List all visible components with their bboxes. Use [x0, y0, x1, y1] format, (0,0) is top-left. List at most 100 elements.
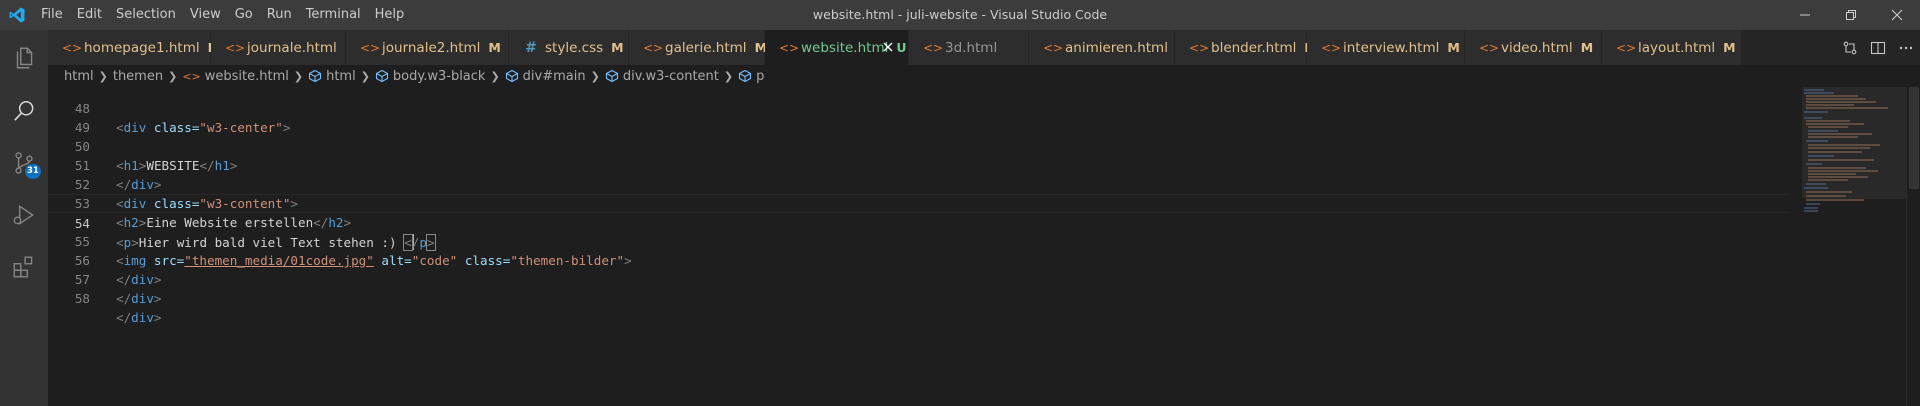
symbol-field-icon	[375, 69, 389, 83]
minimap[interactable]	[1802, 87, 1906, 406]
tab-label: blender.html	[1211, 39, 1297, 56]
code-line: 53 <h2>Eine Website erstellen</h2>	[48, 175, 1788, 230]
tab-label: galerie.html	[665, 39, 747, 56]
minimize-icon	[1800, 14, 1810, 16]
editor-actions	[1830, 30, 1920, 65]
code-line: 55 <img src="themen_media/01code.jpg" al…	[48, 213, 1788, 268]
tab-label: journale2.html	[382, 39, 481, 56]
scrollbar-thumb[interactable]	[1909, 87, 1919, 189]
chevron-right-icon: ❯	[168, 69, 178, 83]
html-file-icon: <>	[923, 40, 944, 55]
tab-status-badge: M	[1723, 40, 1736, 55]
breadcrumb-item[interactable]: html	[64, 69, 94, 84]
breadcrumb-symbol[interactable]: html	[308, 69, 356, 84]
chevron-right-icon: ❯	[490, 69, 500, 83]
activity-search[interactable]	[0, 85, 48, 137]
tab-journale[interactable]: <> journale.html M	[211, 30, 357, 65]
menu-file[interactable]: File	[34, 0, 70, 30]
tab-video[interactable]: <> video.html M	[1465, 30, 1602, 65]
breadcrumb-label: body.w3-black	[392, 68, 486, 84]
ellipsis-icon	[1899, 46, 1913, 49]
tab-layout[interactable]: <> layout.html M	[1602, 30, 1742, 65]
split-editor-icon	[1870, 41, 1886, 54]
chevron-right-icon: ❯	[98, 69, 108, 83]
tab-animieren[interactable]: <> animieren.html M	[1029, 30, 1188, 65]
chevron-right-icon: ❯	[723, 69, 734, 83]
menu-terminal[interactable]: Terminal	[299, 0, 368, 30]
breadcrumb-symbol[interactable]: div.w3-content	[605, 69, 719, 84]
open-changes-button[interactable]	[1836, 34, 1864, 62]
menu-bar: File Edit Selection View Go Run Terminal…	[34, 0, 411, 30]
code-line: 50 <h1>WEBSITE</h1>	[48, 118, 1788, 173]
activity-bar: 31	[0, 30, 48, 406]
code-line-current: 54 <p>Hier wird bald viel Text stehen :)…	[48, 194, 1788, 251]
breadcrumb-symbol[interactable]: body.w3-black	[375, 68, 486, 84]
tab-label: homepage1.html	[84, 39, 200, 56]
tab-label: journale.html	[247, 39, 337, 56]
activity-extensions[interactable]	[0, 241, 48, 293]
tab-label: 3d.html	[945, 39, 998, 56]
tab-status-badge: U	[896, 40, 907, 55]
html-file-icon: <>	[1616, 40, 1637, 55]
close-tab-button[interactable]	[880, 39, 896, 55]
close-window-button[interactable]	[1874, 0, 1920, 30]
activity-run-debug[interactable]	[0, 189, 48, 241]
code-line: 48 <div class="w3-center">	[48, 87, 1788, 135]
menu-selection[interactable]: Selection	[109, 0, 183, 30]
vertical-scrollbar[interactable]	[1906, 87, 1920, 406]
tab-journale2[interactable]: <> journale2.html M	[346, 30, 509, 65]
breadcrumb-label: div.w3-content	[622, 68, 719, 84]
menu-go[interactable]: Go	[228, 0, 260, 30]
split-editor-button[interactable]	[1864, 34, 1892, 62]
html-file-icon: <>	[360, 40, 381, 55]
tab-label: style.css	[545, 39, 604, 56]
code-line: 57 </div>	[48, 251, 1788, 306]
tab-label: video.html	[1501, 39, 1573, 56]
menu-help[interactable]: Help	[368, 0, 412, 30]
breadcrumb: html ❯ themen ❯ <> website.html ❯ html ❯…	[48, 65, 1920, 87]
tab-3d[interactable]: <> 3d.html	[909, 30, 1029, 65]
tab-style-css[interactable]: # style.css M	[509, 30, 629, 65]
symbol-field-icon	[738, 69, 752, 83]
restore-button[interactable]	[1828, 0, 1874, 30]
breadcrumb-symbol[interactable]: p	[738, 69, 764, 84]
symbol-field-icon	[308, 69, 322, 83]
more-actions-button[interactable]	[1892, 34, 1920, 62]
activity-source-control[interactable]: 31	[0, 137, 48, 189]
minimize-button[interactable]	[1782, 0, 1828, 30]
chevron-right-icon: ❯	[360, 69, 370, 83]
breadcrumb-label: website.html	[204, 68, 289, 84]
tab-status-badge: M	[1580, 40, 1594, 55]
code-line: 52 <div class="w3-content">	[48, 156, 1788, 211]
activity-explorer[interactable]	[0, 30, 48, 85]
close-icon	[1891, 9, 1903, 21]
line-number: 58	[74, 291, 90, 306]
tab-blender[interactable]: <> blender.html M	[1175, 30, 1317, 65]
html-file-icon: <>	[779, 40, 800, 55]
tab-interview[interactable]: <> interview.html M	[1307, 30, 1465, 65]
code-line: 51 </div>	[48, 137, 1788, 192]
code-line: 56 </div>	[48, 232, 1788, 287]
menu-view[interactable]: View	[183, 0, 228, 30]
tab-homepage1[interactable]: <> homepage1.html M	[48, 30, 220, 65]
menu-edit[interactable]: Edit	[70, 0, 109, 30]
tab-galerie[interactable]: <> galerie.html M	[629, 30, 767, 65]
chevron-right-icon: ❯	[293, 69, 304, 83]
html-file-icon: <>	[225, 40, 246, 55]
compare-changes-icon	[1843, 41, 1857, 54]
tab-website[interactable]: <> website.html U	[765, 30, 909, 65]
breadcrumb-file[interactable]: <> website.html	[182, 69, 289, 84]
close-icon	[883, 42, 893, 52]
breadcrumb-symbol[interactable]: div#main	[505, 69, 586, 84]
breadcrumb-item[interactable]: themen	[113, 69, 163, 84]
tab-label: animieren.html	[1065, 39, 1168, 56]
code-line: 58 </div>	[48, 270, 1788, 325]
window-controls	[1782, 0, 1920, 30]
menu-run[interactable]: Run	[260, 0, 299, 30]
title-bar: File Edit Selection View Go Run Terminal…	[0, 0, 1920, 30]
breadcrumb-label: div#main	[522, 68, 586, 84]
tab-label: interview.html	[1343, 39, 1440, 56]
code-editor[interactable]: 48 <div class="w3-center"> 49 50 <h1>WEB…	[48, 87, 1920, 406]
search-icon	[14, 101, 34, 121]
tab-status-badge: M	[1447, 40, 1460, 55]
